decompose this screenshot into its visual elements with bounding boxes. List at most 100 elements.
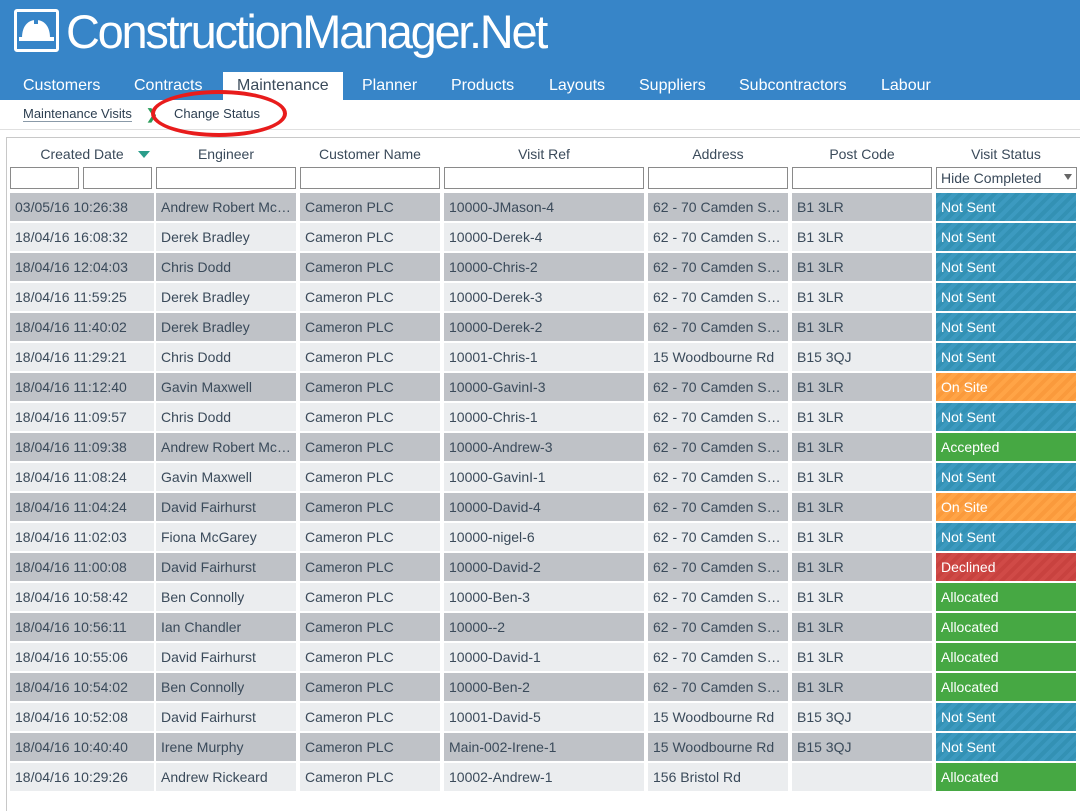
table-row[interactable]: 18/04/16 11:59:25 Derek Bradley Cameron PL… — [10, 283, 1080, 313]
cell-post-code: B1 3LR — [792, 373, 932, 401]
cell-created-date: 03/05/16 10:26:38 — [10, 193, 154, 221]
cell-created-date: 18/04/16 11:09:57 — [10, 403, 154, 431]
table-row[interactable]: 18/04/16 10:29:26 Andrew Rickeard Cameron … — [10, 763, 1080, 793]
cell-address: 15 Woodbourne Rd — [648, 703, 788, 731]
cell-engineer: Gavin Maxwell — [156, 463, 296, 491]
engineer-filter[interactable] — [156, 167, 296, 189]
table-row[interactable]: 18/04/16 11:08:24 Gavin Maxwell Cameron PL… — [10, 463, 1080, 493]
cell-address: 62 - 70 Camden S… — [648, 643, 788, 671]
cell-created-date: 18/04/16 10:54:02 — [10, 673, 154, 701]
table-row[interactable]: 18/04/16 10:55:06 David Fairhurst Cameron … — [10, 643, 1080, 673]
nav-planner[interactable]: Planner — [348, 72, 431, 100]
cell-engineer: Chris Dodd — [156, 253, 296, 281]
cell-visit-ref: Main-002-Irene-1 — [444, 733, 644, 761]
cell-engineer: David Fairhurst — [156, 553, 296, 581]
table-row[interactable]: 18/04/16 10:54:02 Ben Connolly Cameron PLC… — [10, 673, 1080, 703]
cell-created-date: 18/04/16 11:40:02 — [10, 313, 154, 341]
visit-ref-filter[interactable] — [444, 167, 644, 189]
table-row[interactable]: 18/04/16 10:56:11 Ian Chandler Cameron PLC… — [10, 613, 1080, 643]
cell-engineer: David Fairhurst — [156, 493, 296, 521]
cell-customer-name: Cameron PLC — [300, 673, 440, 701]
address-filter[interactable] — [648, 167, 788, 189]
cell-customer-name: Cameron PLC — [300, 733, 440, 761]
created-date-from-filter[interactable] — [10, 167, 79, 189]
nav-customers[interactable]: Customers — [9, 72, 114, 100]
cell-visit-ref: 10000-David-1 — [444, 643, 644, 671]
nav-maintenance[interactable]: Maintenance — [223, 72, 343, 100]
created-date-to-filter[interactable] — [83, 167, 152, 189]
cell-visit-ref: 10000-David-4 — [444, 493, 644, 521]
column-header-post-code[interactable]: Post Code — [792, 146, 932, 162]
post-code-filter[interactable] — [792, 167, 932, 189]
cell-customer-name: Cameron PLC — [300, 493, 440, 521]
column-header-created-date[interactable]: Created Date — [10, 146, 154, 162]
cell-customer-name: Cameron PLC — [300, 643, 440, 671]
breadcrumb-change-status[interactable]: Change Status — [174, 106, 260, 121]
table-row[interactable]: 18/04/16 11:40:02 Derek Bradley Cameron PL… — [10, 313, 1080, 343]
nav-subcontractors[interactable]: Subcontractors — [725, 72, 861, 100]
nav-contracts[interactable]: Contracts — [120, 72, 216, 100]
cell-visit-status: Declined — [936, 553, 1076, 581]
sort-descending-icon[interactable] — [138, 151, 150, 158]
table-row[interactable]: 18/04/16 11:09:57 Chris Dodd Cameron PLC 10… — [10, 403, 1080, 433]
cell-engineer: Chris Dodd — [156, 343, 296, 371]
cell-post-code: B1 3LR — [792, 193, 932, 221]
table-row[interactable]: 18/04/16 10:52:08 David Fairhurst Cameron … — [10, 703, 1080, 733]
cell-post-code: B1 3LR — [792, 613, 932, 641]
table-row[interactable]: 18/04/16 11:04:24 David Fairhurst Cameron … — [10, 493, 1080, 523]
cell-created-date: 18/04/16 10:56:11 — [10, 613, 154, 641]
table-row[interactable]: 03/05/16 10:26:38 Andrew Robert Mc… Camero… — [10, 193, 1080, 223]
cell-post-code: B1 3LR — [792, 433, 932, 461]
app-title: ConstructionManager.Net — [66, 5, 548, 58]
table-row[interactable]: 18/04/16 12:04:03 Chris Dodd Cameron PLC 10… — [10, 253, 1080, 283]
cell-customer-name: Cameron PLC — [300, 523, 440, 551]
maintenance-visits-grid: Created Date Engineer Customer Name Visi… — [6, 137, 1080, 811]
cell-customer-name: Cameron PLC — [300, 583, 440, 611]
column-header-engineer[interactable]: Engineer — [156, 146, 296, 162]
column-header-visit-ref[interactable]: Visit Ref — [444, 146, 644, 162]
cell-address: 62 - 70 Camden S… — [648, 283, 788, 311]
table-row[interactable]: 18/04/16 10:58:42 Ben Connolly Cameron PLC… — [10, 583, 1080, 613]
cell-visit-ref: 10001-David-5 — [444, 703, 644, 731]
cell-created-date: 18/04/16 11:29:21 — [10, 343, 154, 371]
table-row[interactable]: 18/04/16 11:12:40 Gavin Maxwell Cameron PL… — [10, 373, 1080, 403]
cell-visit-status: Not Sent — [936, 283, 1076, 311]
nav-products[interactable]: Products — [437, 72, 528, 100]
cell-created-date: 18/04/16 11:04:24 — [10, 493, 154, 521]
nav-layouts[interactable]: Layouts — [535, 72, 619, 100]
cell-customer-name: Cameron PLC — [300, 703, 440, 731]
table-row[interactable]: 18/04/16 10:40:40 Irene Murphy Cameron PLC… — [10, 733, 1080, 763]
cell-visit-status: Not Sent — [936, 313, 1076, 341]
customer-name-filter[interactable] — [300, 167, 440, 189]
cell-visit-ref: 10000-Ben-3 — [444, 583, 644, 611]
table-row[interactable]: 18/04/16 11:09:38 Andrew Robert Mc… Camero… — [10, 433, 1080, 463]
visit-status-filter-select[interactable]: Hide Completed — [936, 167, 1077, 189]
cell-post-code: B15 3QJ — [792, 733, 932, 761]
column-header-visit-status[interactable]: Visit Status — [936, 146, 1076, 162]
cell-visit-ref: 10000-GavinI-1 — [444, 463, 644, 491]
column-header-address[interactable]: Address — [648, 146, 788, 162]
cell-visit-status: Not Sent — [936, 703, 1076, 731]
app-header: ConstructionManager.Net — [0, 0, 1080, 68]
column-header-customer-name[interactable]: Customer Name — [300, 146, 440, 162]
chevron-right-icon: ❯ — [146, 106, 158, 122]
nav-suppliers[interactable]: Suppliers — [625, 72, 720, 100]
cell-post-code: B1 3LR — [792, 673, 932, 701]
cell-post-code: B15 3QJ — [792, 703, 932, 731]
table-row[interactable]: 18/04/16 16:08:32 Derek Bradley Cameron PL… — [10, 223, 1080, 253]
cell-engineer: Gavin Maxwell — [156, 373, 296, 401]
table-row[interactable]: 18/04/16 11:02:03 Fiona McGarey Cameron PL… — [10, 523, 1080, 553]
cell-visit-ref: 10000-Derek-3 — [444, 283, 644, 311]
breadcrumb-maintenance-visits[interactable]: Maintenance Visits — [23, 106, 132, 122]
table-row[interactable]: 18/04/16 11:29:21 Chris Dodd Cameron PLC 10… — [10, 343, 1080, 373]
cell-engineer: Chris Dodd — [156, 403, 296, 431]
table-row[interactable]: 18/04/16 11:00:08 David Fairhurst Cameron … — [10, 553, 1080, 583]
cell-visit-ref: 10000-JMason-4 — [444, 193, 644, 221]
cell-engineer: Derek Bradley — [156, 283, 296, 311]
nav-labour[interactable]: Labour — [867, 72, 945, 100]
visit-status-filter-value: Hide Completed — [941, 170, 1042, 186]
cell-post-code — [792, 763, 932, 791]
cell-address: 62 - 70 Camden S… — [648, 223, 788, 251]
cell-created-date: 18/04/16 10:29:26 — [10, 763, 154, 791]
cell-visit-ref: 10000-Derek-2 — [444, 313, 644, 341]
